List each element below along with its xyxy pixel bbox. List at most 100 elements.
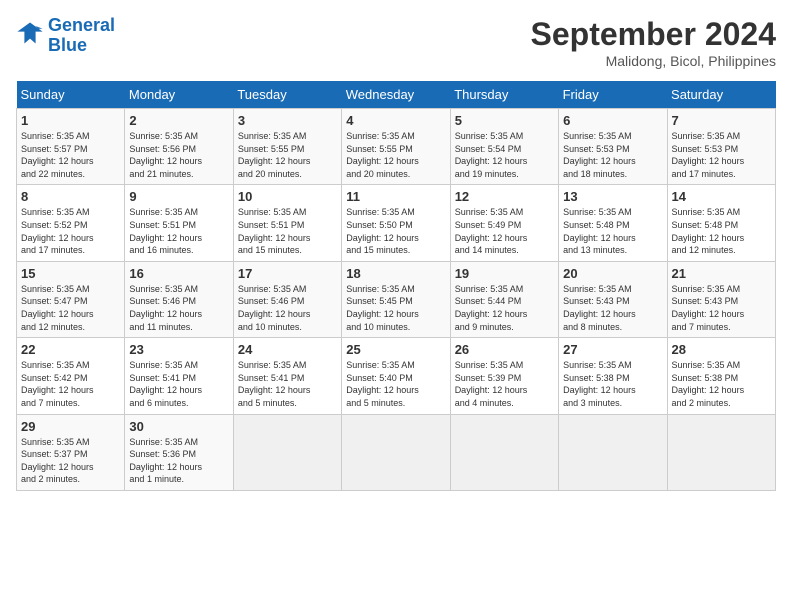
day-number: 7: [672, 113, 771, 128]
day-info: Sunrise: 5:35 AMSunset: 5:51 PMDaylight:…: [238, 206, 337, 256]
day-info: Sunrise: 5:35 AMSunset: 5:48 PMDaylight:…: [563, 206, 662, 256]
calendar-cell: 15Sunrise: 5:35 AMSunset: 5:47 PMDayligh…: [17, 261, 125, 337]
calendar-week-row: 22 Sunrise: 5:35 AMSunset: 5:42 PMDayligh…: [17, 338, 776, 414]
day-number: 16: [129, 266, 228, 281]
calendar-cell: 1Sunrise: 5:35 AMSunset: 5:57 PMDaylight…: [17, 109, 125, 185]
calendar-cell: 4 Sunrise: 5:35 AMSunset: 5:55 PMDaylight…: [342, 109, 450, 185]
day-info: Sunrise: 5:35 AMSunset: 5:50 PMDaylight:…: [346, 206, 445, 256]
calendar-cell: 3 Sunrise: 5:35 AMSunset: 5:55 PMDaylight…: [233, 109, 341, 185]
title-area: September 2024 Malidong, Bicol, Philippi…: [531, 16, 776, 69]
calendar-cell: 27 Sunrise: 5:35 AMSunset: 5:38 PMDayligh…: [559, 338, 667, 414]
calendar-cell: 24 Sunrise: 5:35 AMSunset: 5:41 PMDayligh…: [233, 338, 341, 414]
day-number: 25: [346, 342, 445, 357]
day-info: Sunrise: 5:35 AMSunset: 5:51 PMDaylight:…: [129, 206, 228, 256]
calendar-cell: 6Sunrise: 5:35 AMSunset: 5:53 PMDaylight…: [559, 109, 667, 185]
calendar-cell: 9 Sunrise: 5:35 AMSunset: 5:51 PMDaylight…: [125, 185, 233, 261]
day-info: Sunrise: 5:35 AMSunset: 5:54 PMDaylight:…: [455, 130, 554, 180]
day-number: 21: [672, 266, 771, 281]
day-number: 14: [672, 189, 771, 204]
calendar-cell: 25 Sunrise: 5:35 AMSunset: 5:40 PMDayligh…: [342, 338, 450, 414]
day-info: Sunrise: 5:35 AMSunset: 5:55 PMDaylight:…: [346, 130, 445, 180]
col-tuesday: Tuesday: [233, 81, 341, 109]
col-wednesday: Wednesday: [342, 81, 450, 109]
day-info: Sunrise: 5:35 AMSunset: 5:44 PMDaylight:…: [455, 283, 554, 333]
day-number: 2: [129, 113, 228, 128]
day-number: 10: [238, 189, 337, 204]
calendar-week-row: 8Sunrise: 5:35 AMSunset: 5:52 PMDaylight…: [17, 185, 776, 261]
calendar-cell: 23Sunrise: 5:35 AMSunset: 5:41 PMDayligh…: [125, 338, 233, 414]
calendar-cell: 17 Sunrise: 5:35 AMSunset: 5:46 PMDayligh…: [233, 261, 341, 337]
calendar-cell: [667, 414, 775, 490]
calendar-cell: 21 Sunrise: 5:35 AMSunset: 5:43 PMDayligh…: [667, 261, 775, 337]
calendar-cell: 2Sunrise: 5:35 AMSunset: 5:56 PMDaylight…: [125, 109, 233, 185]
calendar-cell: 28 Sunrise: 5:35 AMSunset: 5:38 PMDayligh…: [667, 338, 775, 414]
day-number: 4: [346, 113, 445, 128]
day-number: 13: [563, 189, 662, 204]
logo-bird-icon: [16, 19, 44, 47]
day-info: Sunrise: 5:35 AMSunset: 5:53 PMDaylight:…: [672, 130, 771, 180]
calendar-cell: [450, 414, 558, 490]
day-number: 30: [129, 419, 228, 434]
calendar-week-row: 15Sunrise: 5:35 AMSunset: 5:47 PMDayligh…: [17, 261, 776, 337]
day-info: Sunrise: 5:35 AMSunset: 5:41 PMDaylight:…: [238, 359, 337, 409]
day-info: Sunrise: 5:35 AMSunset: 5:43 PMDaylight:…: [563, 283, 662, 333]
day-number: 6: [563, 113, 662, 128]
calendar-cell: 26Sunrise: 5:35 AMSunset: 5:39 PMDayligh…: [450, 338, 558, 414]
day-info: Sunrise: 5:35 AMSunset: 5:38 PMDaylight:…: [672, 359, 771, 409]
calendar-cell: 19 Sunrise: 5:35 AMSunset: 5:44 PMDayligh…: [450, 261, 558, 337]
day-info: Sunrise: 5:35 AMSunset: 5:36 PMDaylight:…: [129, 436, 228, 486]
day-number: 19: [455, 266, 554, 281]
col-thursday: Thursday: [450, 81, 558, 109]
day-number: 22: [21, 342, 120, 357]
calendar-cell: 7 Sunrise: 5:35 AMSunset: 5:53 PMDaylight…: [667, 109, 775, 185]
day-info: Sunrise: 5:35 AMSunset: 5:49 PMDaylight:…: [455, 206, 554, 256]
day-number: 9: [129, 189, 228, 204]
day-info: Sunrise: 5:35 AMSunset: 5:42 PMDaylight:…: [21, 359, 120, 409]
calendar-cell: [233, 414, 341, 490]
calendar-cell: [559, 414, 667, 490]
calendar-header-row: Sunday Monday Tuesday Wednesday Thursday…: [17, 81, 776, 109]
day-number: 28: [672, 342, 771, 357]
calendar-cell: 18Sunrise: 5:35 AMSunset: 5:45 PMDayligh…: [342, 261, 450, 337]
calendar-cell: 12 Sunrise: 5:35 AMSunset: 5:49 PMDayligh…: [450, 185, 558, 261]
calendar-cell: 8Sunrise: 5:35 AMSunset: 5:52 PMDaylight…: [17, 185, 125, 261]
day-info: Sunrise: 5:35 AMSunset: 5:46 PMDaylight:…: [129, 283, 228, 333]
logo-text: General Blue: [48, 16, 115, 56]
day-info: Sunrise: 5:35 AMSunset: 5:46 PMDaylight:…: [238, 283, 337, 333]
day-number: 27: [563, 342, 662, 357]
day-info: Sunrise: 5:35 AMSunset: 5:48 PMDaylight:…: [672, 206, 771, 256]
day-number: 12: [455, 189, 554, 204]
calendar-week-row: 1Sunrise: 5:35 AMSunset: 5:57 PMDaylight…: [17, 109, 776, 185]
calendar-cell: [342, 414, 450, 490]
calendar-cell: 30 Sunrise: 5:35 AMSunset: 5:36 PMDayligh…: [125, 414, 233, 490]
calendar-cell: 14 Sunrise: 5:35 AMSunset: 5:48 PMDayligh…: [667, 185, 775, 261]
col-saturday: Saturday: [667, 81, 775, 109]
day-info: Sunrise: 5:35 AMSunset: 5:55 PMDaylight:…: [238, 130, 337, 180]
day-info: Sunrise: 5:35 AMSunset: 5:45 PMDaylight:…: [346, 283, 445, 333]
calendar-cell: 22 Sunrise: 5:35 AMSunset: 5:42 PMDayligh…: [17, 338, 125, 414]
calendar-cell: 29Sunrise: 5:35 AMSunset: 5:37 PMDayligh…: [17, 414, 125, 490]
col-friday: Friday: [559, 81, 667, 109]
day-info: Sunrise: 5:35 AMSunset: 5:40 PMDaylight:…: [346, 359, 445, 409]
calendar-week-row: 29Sunrise: 5:35 AMSunset: 5:37 PMDayligh…: [17, 414, 776, 490]
day-number: 23: [129, 342, 228, 357]
day-number: 11: [346, 189, 445, 204]
calendar-cell: 20 Sunrise: 5:35 AMSunset: 5:43 PMDayligh…: [559, 261, 667, 337]
calendar-cell: 10 Sunrise: 5:35 AMSunset: 5:51 PMDayligh…: [233, 185, 341, 261]
day-number: 24: [238, 342, 337, 357]
day-info: Sunrise: 5:35 AMSunset: 5:39 PMDaylight:…: [455, 359, 554, 409]
day-number: 17: [238, 266, 337, 281]
day-number: 20: [563, 266, 662, 281]
day-number: 1: [21, 113, 120, 128]
col-sunday: Sunday: [17, 81, 125, 109]
calendar-cell: 16 Sunrise: 5:35 AMSunset: 5:46 PMDayligh…: [125, 261, 233, 337]
day-info: Sunrise: 5:35 AMSunset: 5:43 PMDaylight:…: [672, 283, 771, 333]
day-number: 5: [455, 113, 554, 128]
day-number: 15: [21, 266, 120, 281]
day-info: Sunrise: 5:35 AMSunset: 5:38 PMDaylight:…: [563, 359, 662, 409]
day-number: 3: [238, 113, 337, 128]
day-number: 29: [21, 419, 120, 434]
month-year-title: September 2024: [531, 16, 776, 53]
location-subtitle: Malidong, Bicol, Philippines: [531, 53, 776, 69]
day-number: 8: [21, 189, 120, 204]
